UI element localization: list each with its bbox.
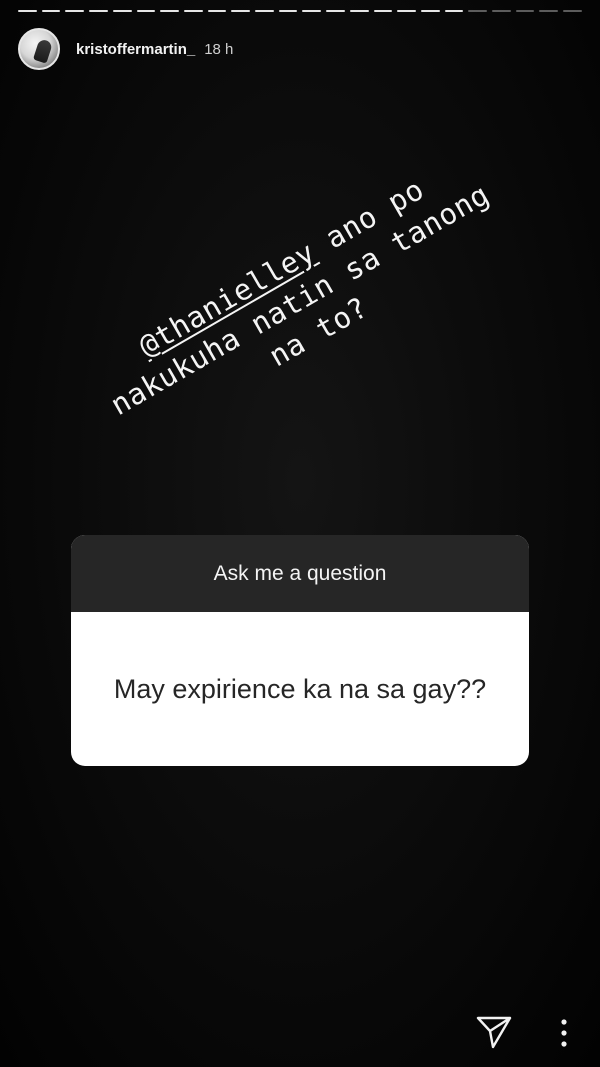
story-progress-segment [397, 10, 416, 12]
question-sticker[interactable]: Ask me a question May expirience ka na s… [71, 535, 529, 766]
story-progress-segment [231, 10, 251, 12]
question-sticker-text: May expirience ka na sa gay?? [113, 674, 487, 704]
story-progress-segment [444, 10, 464, 12]
story-progress-segment [89, 10, 108, 12]
story-progress-segment [112, 10, 132, 12]
story-progress-segment [255, 10, 274, 12]
story-progress-segment [65, 10, 85, 12]
story-header: kristoffermartin_ 18 h [18, 26, 233, 72]
paper-plane-icon[interactable] [476, 1015, 512, 1049]
story-progress-segment [539, 10, 559, 12]
story-progress-segment [183, 10, 203, 12]
story-progress-segment [278, 10, 298, 12]
question-sticker-prompt: Ask me a question [71, 535, 529, 612]
story-timestamp: 18 h [204, 40, 234, 58]
story-caption: @thanielley ano po nakukuha natin sa tan… [86, 144, 515, 456]
more-vertical-icon[interactable] [556, 1018, 572, 1048]
story-progress-segment [207, 10, 227, 12]
story-progress-segment [468, 10, 488, 12]
story-progress-segment [563, 10, 582, 12]
story-progress-segment [420, 10, 440, 12]
story-progress-segment [302, 10, 322, 12]
story-viewer[interactable]: kristoffermartin_ 18 h @thanielley ano p… [0, 0, 600, 1067]
story-progress-segment [18, 10, 37, 12]
story-progress-bar [18, 10, 582, 13]
avatar-photo [32, 38, 54, 64]
story-progress-segment [373, 10, 393, 12]
story-progress-segment [136, 10, 156, 12]
story-progress-segment [41, 10, 61, 12]
story-progress-segment [515, 10, 535, 12]
caption-line-2: nakukuha natin sa tanong [104, 177, 495, 423]
username[interactable]: kristoffermartin_ [76, 41, 195, 58]
story-progress-segment [492, 10, 511, 12]
avatar[interactable] [18, 28, 60, 70]
story-progress-segment [349, 10, 369, 12]
story-progress-segment [326, 10, 345, 12]
story-progress-segment [160, 10, 179, 12]
